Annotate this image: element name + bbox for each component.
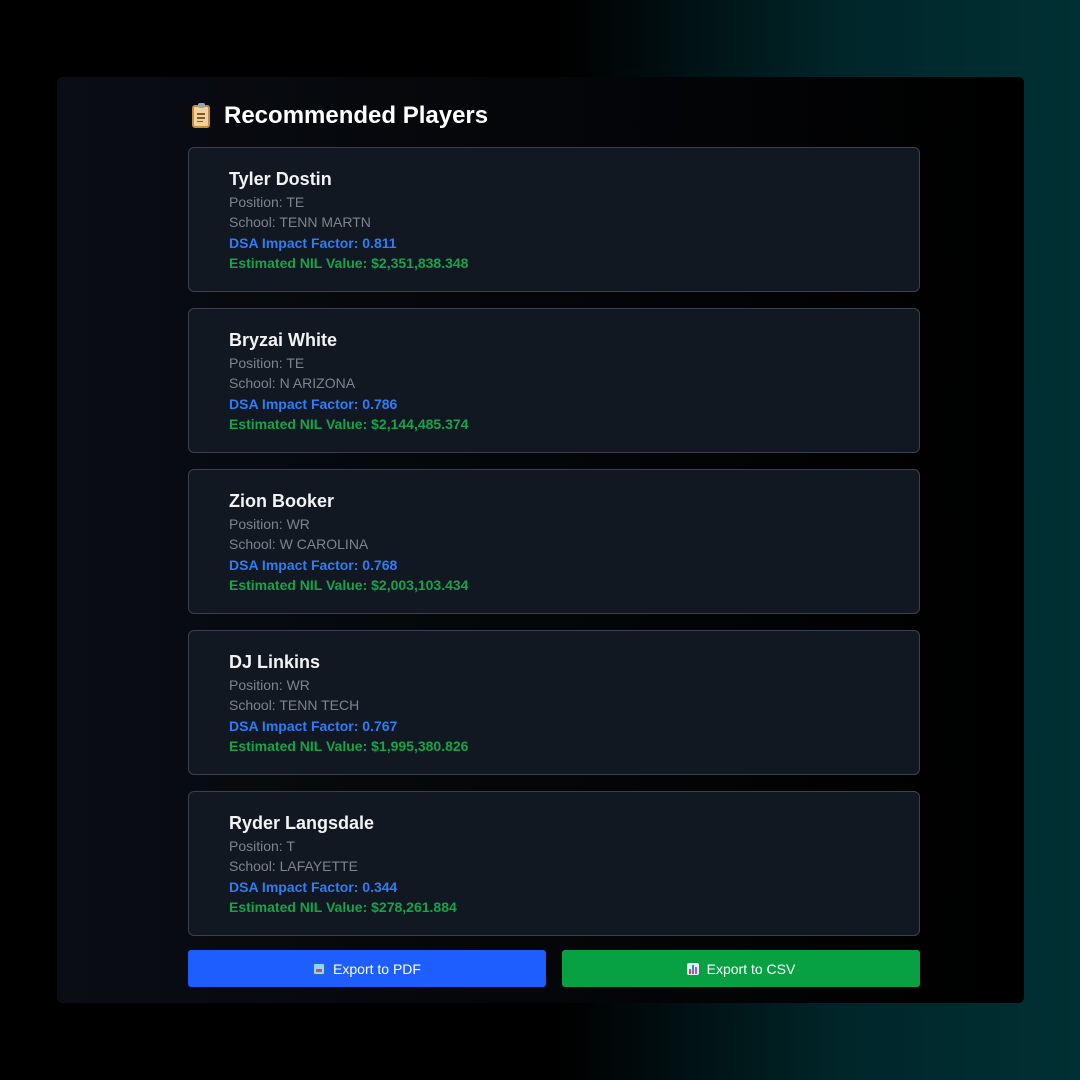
clipboard-icon [192,102,210,128]
section-title: Recommended Players [224,102,489,129]
player-school: School: TENN MARTN [229,214,371,231]
player-position: Position: T [229,838,295,854]
player-list: Tyler Dostin Position: TE School: TENN M… [188,147,920,952]
player-name: Bryzai White [229,330,338,350]
player-school: School: N ARIZONA [229,375,356,392]
player-card: DJ Linkins Position: WR School: TENN TEC… [188,630,920,775]
player-impact-factor: DSA Impact Factor: 0.786 [229,395,398,412]
recommended-players-panel: Recommended Players Tyler Dostin Positio… [57,77,1024,1003]
export-actions: Export to PDF Export to CSV [188,950,920,987]
player-position: Position: WR [229,677,310,693]
player-school: School: TENN TECH [229,697,360,714]
player-card: Bryzai White Position: TE School: N ARIZ… [188,308,920,453]
player-nil-value: Estimated NIL Value: $2,144,485.374 [229,416,469,433]
player-school: School: W CAROLINA [229,536,369,553]
player-impact-factor: DSA Impact Factor: 0.768 [229,556,398,573]
player-nil-value: Estimated NIL Value: $1,995,380.826 [229,738,469,755]
player-impact-factor: DSA Impact Factor: 0.344 [229,878,398,895]
inbox-icon [313,962,326,975]
export-csv-label: Export to CSV [706,960,796,977]
player-position: Position: TE [229,355,305,371]
player-card: Ryder Langsdale Position: T School: LAFA… [188,791,920,936]
player-school: School: LAFAYETTE [229,858,358,875]
player-card: Zion Booker Position: WR School: W CAROL… [188,469,920,614]
player-name: Ryder Langsdale [229,813,375,833]
player-nil-value: Estimated NIL Value: $2,003,103.434 [229,577,469,594]
section-heading: Recommended Players [192,101,488,131]
player-nil-value: Estimated NIL Value: $278,261.884 [229,899,457,916]
export-pdf-button[interactable]: Export to PDF [188,950,546,987]
player-position: Position: WR [229,516,310,532]
bar-chart-icon [686,962,699,975]
player-card: Tyler Dostin Position: TE School: TENN M… [188,147,920,292]
player-position: Position: TE [229,194,305,210]
player-impact-factor: DSA Impact Factor: 0.767 [229,717,398,734]
player-name: DJ Linkins [229,652,321,672]
export-pdf-label: Export to PDF [333,960,421,977]
export-csv-button[interactable]: Export to CSV [562,950,920,987]
player-name: Zion Booker [229,491,335,511]
player-impact-factor: DSA Impact Factor: 0.811 [229,234,397,251]
player-name: Tyler Dostin [229,169,332,189]
player-nil-value: Estimated NIL Value: $2,351,838.348 [229,255,469,272]
